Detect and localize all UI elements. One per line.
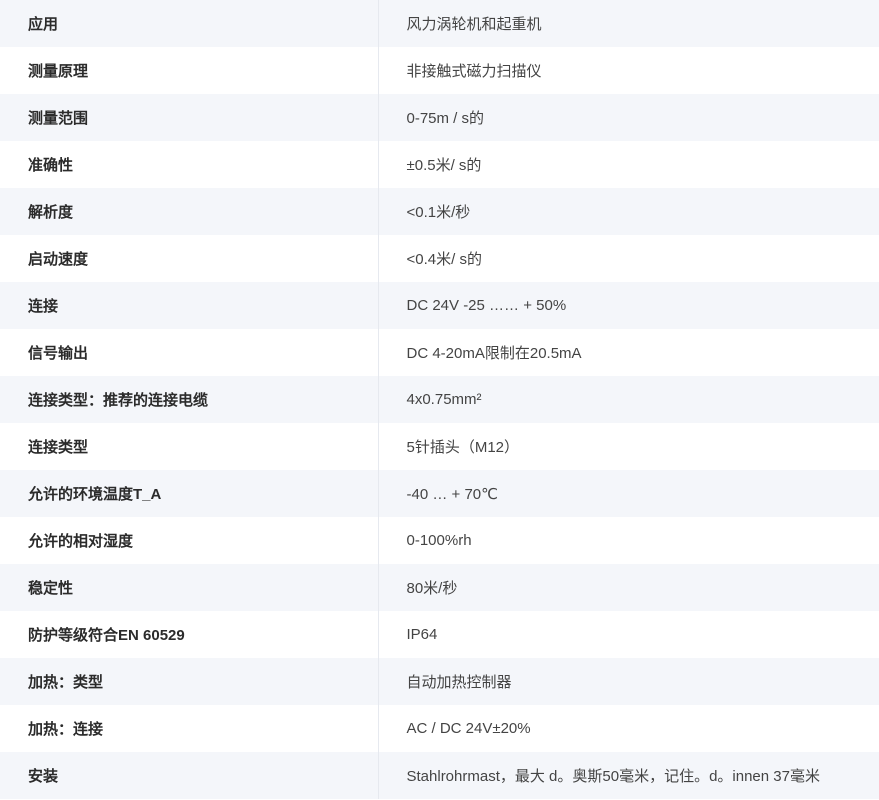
spec-value: 非接触式磁力扫描仪 (378, 47, 879, 94)
table-row: 信号输出 DC 4-20mA限制在20.5mA (0, 329, 879, 376)
table-row: 安装 Stahlrohrmast，最大 d。奥斯50毫米，记住。d。innen … (0, 752, 879, 799)
table-row: 连接类型 5针插头（M12） (0, 423, 879, 470)
table-row: 稳定性 80米/秒 (0, 564, 879, 611)
spec-value: IP64 (378, 611, 879, 658)
spec-value: DC 24V -25 …… + 50% (378, 282, 879, 329)
spec-value: 80米/秒 (378, 564, 879, 611)
table-row: 防护等级符合EN 60529 IP64 (0, 611, 879, 658)
spec-value: ±0.5米/ s的 (378, 141, 879, 188)
spec-value: 4x0.75mm² (378, 376, 879, 423)
table-row: 解析度 <0.1米/秒 (0, 188, 879, 235)
spec-label: 连接类型：推荐的连接电缆 (0, 376, 379, 423)
table-row: 加热：连接 AC / DC 24V±20% (0, 705, 879, 752)
spec-table: 应用 风力涡轮机和起重机 测量原理 非接触式磁力扫描仪 测量范围 0-75m /… (0, 0, 879, 799)
spec-label: 信号输出 (0, 329, 379, 376)
table-row: 应用 风力涡轮机和起重机 (0, 0, 879, 47)
spec-value: 自动加热控制器 (378, 658, 879, 705)
table-row: 准确性 ±0.5米/ s的 (0, 141, 879, 188)
table-row: 启动速度 <0.4米/ s的 (0, 235, 879, 282)
table-row: 测量范围 0-75m / s的 (0, 94, 879, 141)
spec-label: 启动速度 (0, 235, 379, 282)
spec-label: 加热：类型 (0, 658, 379, 705)
spec-label: 安装 (0, 752, 379, 799)
spec-label: 测量原理 (0, 47, 379, 94)
table-row: 连接 DC 24V -25 …… + 50% (0, 282, 879, 329)
spec-value: 0-75m / s的 (378, 94, 879, 141)
spec-value: <0.1米/秒 (378, 188, 879, 235)
table-row: 连接类型：推荐的连接电缆 4x0.75mm² (0, 376, 879, 423)
spec-value: Stahlrohrmast，最大 d。奥斯50毫米，记住。d。innen 37毫… (378, 752, 879, 799)
spec-value: 5针插头（M12） (378, 423, 879, 470)
spec-value: <0.4米/ s的 (378, 235, 879, 282)
spec-label: 连接 (0, 282, 379, 329)
spec-label: 稳定性 (0, 564, 379, 611)
spec-value: -40 … + 70℃ (378, 470, 879, 517)
spec-value: 0-100%rh (378, 517, 879, 564)
table-row: 测量原理 非接触式磁力扫描仪 (0, 47, 879, 94)
table-row: 允许的环境温度T_A -40 … + 70℃ (0, 470, 879, 517)
table-row: 允许的相对湿度 0-100%rh (0, 517, 879, 564)
spec-label: 防护等级符合EN 60529 (0, 611, 379, 658)
spec-label: 准确性 (0, 141, 379, 188)
spec-label: 应用 (0, 0, 379, 47)
spec-label: 允许的相对湿度 (0, 517, 379, 564)
spec-value: DC 4-20mA限制在20.5mA (378, 329, 879, 376)
spec-value: 风力涡轮机和起重机 (378, 0, 879, 47)
spec-label: 测量范围 (0, 94, 379, 141)
spec-label: 连接类型 (0, 423, 379, 470)
spec-label: 加热：连接 (0, 705, 379, 752)
table-row: 加热：类型 自动加热控制器 (0, 658, 879, 705)
spec-label: 允许的环境温度T_A (0, 470, 379, 517)
spec-label: 解析度 (0, 188, 379, 235)
spec-value: AC / DC 24V±20% (378, 705, 879, 752)
